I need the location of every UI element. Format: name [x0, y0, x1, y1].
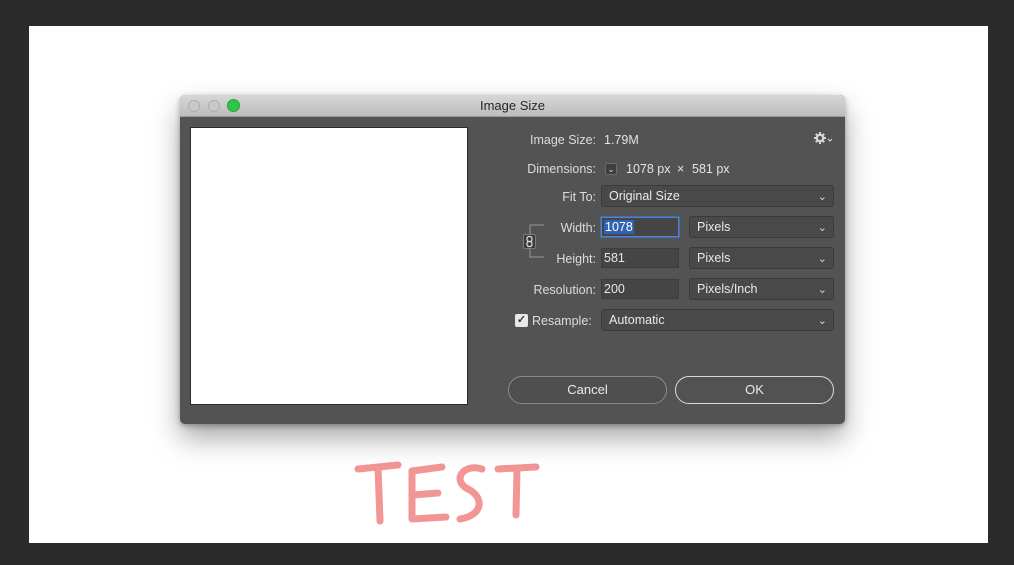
chevron-down-icon: ⌄	[607, 164, 615, 174]
resolution-value: 200	[604, 282, 625, 296]
chevron-down-icon: ⌄	[817, 222, 827, 234]
dimensions-height-value: 581 px	[692, 162, 730, 176]
checkmark-icon: ✓	[516, 314, 527, 326]
resample-select[interactable]: Automatic ⌄	[601, 309, 834, 331]
resample-label: Resample:	[532, 314, 592, 328]
gear-icon[interactable]	[814, 132, 832, 144]
fit-to-select[interactable]: Original Size ⌄	[601, 185, 834, 207]
height-unit-value: Pixels	[697, 251, 731, 265]
image-preview[interactable]	[190, 127, 468, 405]
image-size-dialog: Image Size Image Size: 1.79M Dimensions:…	[180, 95, 845, 424]
resolution-unit-select[interactable]: Pixels/Inch ⌄	[689, 278, 834, 300]
width-unit-value: Pixels	[697, 220, 731, 234]
height-label: Height:	[556, 252, 596, 266]
width-input[interactable]: 1078	[601, 217, 679, 237]
fit-to-label: Fit To:	[562, 190, 596, 204]
dialog-title: Image Size	[479, 98, 546, 113]
chevron-down-icon: ⌄	[817, 253, 827, 265]
resolution-unit-value: Pixels/Inch	[697, 282, 758, 296]
dimensions-width-value: 1078 px	[626, 162, 671, 176]
width-value: 1078	[604, 220, 634, 234]
resolution-label: Resolution:	[533, 283, 596, 297]
fit-to-value: Original Size	[609, 189, 680, 203]
height-unit-select[interactable]: Pixels ⌄	[689, 247, 834, 269]
dimensions-label: Dimensions:	[527, 162, 596, 176]
image-size-value: 1.79M	[604, 133, 639, 147]
cancel-button[interactable]: Cancel	[508, 376, 667, 404]
resolution-input[interactable]: 200	[601, 279, 679, 299]
height-input[interactable]: 581	[601, 248, 679, 268]
width-label: Width:	[560, 221, 596, 235]
chevron-down-icon: ⌄	[817, 315, 827, 327]
title-bar[interactable]: Image Size	[180, 95, 845, 117]
width-unit-select[interactable]: Pixels ⌄	[689, 216, 834, 238]
resample-value: Automatic	[609, 313, 665, 327]
constrain-proportions-link-icon[interactable]	[523, 234, 536, 249]
ok-button[interactable]: OK	[675, 376, 834, 404]
handwritten-test-doodle	[354, 461, 540, 525]
chevron-down-icon: ⌄	[817, 191, 827, 203]
image-size-label: Image Size:	[529, 133, 596, 147]
dimensions-times: ×	[677, 162, 685, 176]
height-value: 581	[604, 251, 625, 265]
resample-checkbox[interactable]: ✓	[515, 314, 528, 327]
dimensions-unit-dropdown[interactable]: ⌄	[605, 163, 617, 175]
chevron-down-icon: ⌄	[817, 284, 827, 296]
